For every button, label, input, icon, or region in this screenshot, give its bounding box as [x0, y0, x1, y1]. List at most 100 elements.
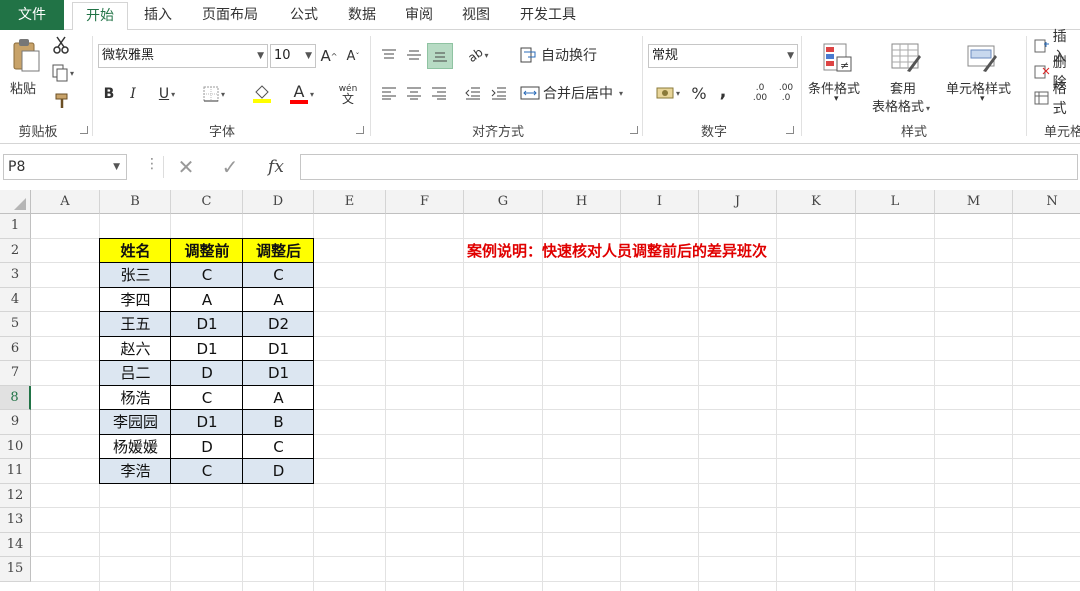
row-header-7[interactable]: 7 [0, 361, 31, 386]
table-cell[interactable]: C [171, 386, 243, 411]
increase-indent-icon[interactable] [488, 82, 510, 104]
table-cell[interactable]: 杨浩 [100, 386, 171, 411]
table-cell[interactable]: 吕二 [100, 361, 171, 386]
merge-center-button[interactable]: 合并后居中 ▾ [520, 82, 638, 104]
column-header-m[interactable]: M [935, 190, 1013, 214]
worksheet-grid[interactable]: ABCDEFGHIJKLMN 1 2 3 4 5 6 7 8 9 10 11 12 13 14 15 姓名调… [0, 190, 1080, 591]
tab-file[interactable]: 文件 [0, 0, 64, 30]
row-header-13[interactable]: 13 [0, 508, 31, 533]
table-cell[interactable]: D1 [243, 337, 314, 362]
tab-insert[interactable]: 插入 [134, 0, 182, 30]
row-header-14[interactable]: 14 [0, 532, 31, 557]
align-right-icon[interactable] [428, 82, 450, 104]
column-header-i[interactable]: I [621, 190, 699, 214]
table-header-cell[interactable]: 调整前 [171, 238, 243, 263]
align-bottom-icon[interactable] [427, 43, 453, 69]
table-header-cell[interactable]: 调整后 [243, 238, 314, 263]
column-header-b[interactable]: B [100, 190, 171, 214]
table-cell[interactable]: C [243, 263, 314, 288]
row-header-2[interactable]: 2 [0, 238, 31, 263]
tab-formulas[interactable]: 公式 [280, 0, 328, 30]
enter-check-icon[interactable]: ✓ [218, 155, 242, 179]
font-color-button[interactable]: A ▾ [284, 80, 320, 108]
bold-button[interactable]: B [100, 82, 118, 106]
table-cell[interactable]: D [243, 459, 314, 484]
table-cell[interactable]: A [171, 288, 243, 313]
font-size-combo[interactable]: 10 ▼ [270, 44, 316, 68]
table-cell[interactable]: 赵六 [100, 337, 171, 362]
number-format-combo[interactable]: 常规 ▼ [648, 44, 798, 68]
column-header-j[interactable]: J [699, 190, 777, 214]
align-top-icon[interactable] [378, 44, 400, 66]
decrease-indent-icon[interactable] [462, 82, 484, 104]
select-all-corner[interactable] [0, 190, 31, 214]
row-header-15[interactable]: 15 [0, 557, 31, 582]
italic-button[interactable]: I [124, 82, 142, 106]
row-header-9[interactable]: 9 [0, 410, 31, 435]
borders-button[interactable]: ▾ [196, 82, 232, 106]
table-cell[interactable]: C [171, 263, 243, 288]
row-header-6[interactable]: 6 [0, 336, 31, 361]
grow-font-button[interactable]: A ^ [320, 45, 338, 67]
wrap-text-button[interactable]: 自动换行 [520, 44, 610, 66]
table-cell[interactable]: D2 [243, 312, 314, 337]
row-header-8[interactable]: 8 [0, 385, 31, 410]
column-header-e[interactable]: E [314, 190, 386, 214]
column-header-f[interactable]: F [386, 190, 464, 214]
table-cell[interactable]: 杨媛媛 [100, 435, 171, 460]
paste-icon[interactable] [8, 36, 44, 74]
comma-button[interactable]: , [716, 80, 730, 102]
table-cell[interactable]: D1 [171, 337, 243, 362]
percent-button[interactable]: % [690, 82, 708, 104]
font-launcher-icon[interactable] [356, 126, 364, 134]
fill-color-button[interactable] [244, 80, 280, 108]
align-left-icon[interactable] [378, 82, 400, 104]
tab-view[interactable]: 视图 [452, 0, 500, 30]
table-cell[interactable]: D1 [171, 312, 243, 337]
tab-data[interactable]: 数据 [338, 0, 386, 30]
format-as-table-icon[interactable] [886, 38, 926, 78]
currency-button[interactable]: ▾ [650, 82, 686, 104]
table-cell[interactable]: A [243, 386, 314, 411]
cancel-icon[interactable]: ✕ [174, 155, 198, 179]
column-header-n[interactable]: N [1013, 190, 1080, 214]
row-header-4[interactable]: 4 [0, 287, 31, 312]
align-center-icon[interactable] [403, 82, 425, 104]
font-name-combo[interactable]: 微软雅黑 ▼ [98, 44, 268, 68]
table-cell[interactable]: 王五 [100, 312, 171, 337]
table-header-cell[interactable]: 姓名 [100, 238, 171, 263]
table-cell[interactable]: C [243, 435, 314, 460]
table-cell[interactable]: 李四 [100, 288, 171, 313]
tab-home[interactable]: 开始 [72, 2, 128, 31]
increase-decimal-button[interactable]: .0.00 [748, 80, 772, 106]
table-cell[interactable]: D1 [171, 410, 243, 435]
row-header-1[interactable]: 1 [0, 214, 31, 239]
resize-handle-icon[interactable]: ⋮ [145, 156, 159, 172]
insert-function-button[interactable]: fx [262, 156, 290, 178]
row-header-3[interactable]: 3 [0, 263, 31, 288]
name-box[interactable]: P8 ▼ [3, 154, 127, 180]
row-header-11[interactable]: 11 [0, 459, 31, 484]
column-header-h[interactable]: H [543, 190, 621, 214]
decrease-decimal-button[interactable]: .00.0 [774, 80, 798, 106]
table-cell[interactable]: B [243, 410, 314, 435]
tab-review[interactable]: 审阅 [395, 0, 443, 30]
column-header-a[interactable]: A [31, 190, 100, 214]
table-cell[interactable]: 张三 [100, 263, 171, 288]
row-header-10[interactable]: 10 [0, 434, 31, 459]
format-cells-button[interactable]: 格式 [1034, 81, 1080, 117]
align-middle-icon[interactable] [403, 44, 425, 66]
table-cell[interactable]: A [243, 288, 314, 313]
table-cell[interactable]: C [171, 459, 243, 484]
conditional-format-icon[interactable]: ≠ [818, 38, 858, 78]
row-header-12[interactable]: 12 [0, 483, 31, 508]
format-painter-icon[interactable] [52, 90, 74, 112]
phonetic-button[interactable]: wén 文 [330, 80, 366, 108]
format-as-table-label1[interactable]: 套用 [890, 78, 916, 97]
orientation-icon[interactable]: ab ▾ [460, 44, 496, 66]
clipboard-launcher-icon[interactable] [80, 126, 88, 134]
format-as-table-button[interactable]: 表格格式 ▾ [872, 96, 930, 115]
tab-page-layout[interactable]: 页面布局 [194, 0, 266, 30]
column-header-k[interactable]: K [777, 190, 856, 214]
column-header-d[interactable]: D [243, 190, 314, 214]
